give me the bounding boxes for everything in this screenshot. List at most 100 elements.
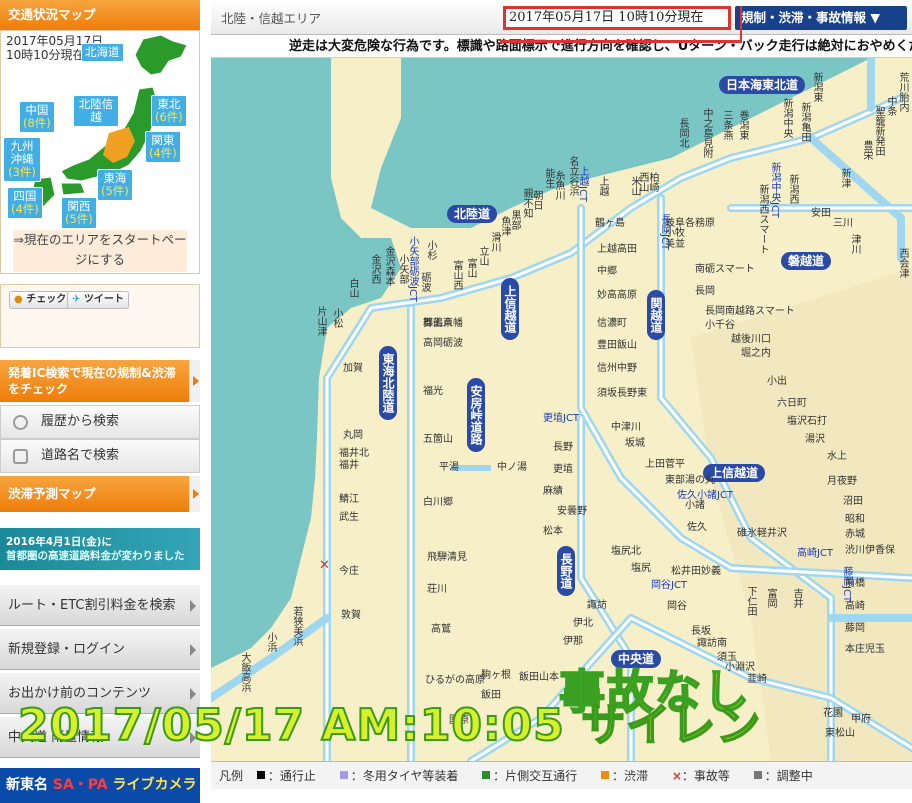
place-label[interactable]: 鶴ヶ島 [595,218,625,229]
place-label[interactable]: 甲府 [851,714,871,725]
info-dropdown-button[interactable]: 規制・渋滞・事故情報 ▼ [735,6,907,30]
place-label[interactable]: 朝日 [531,190,542,210]
place-label[interactable]: 諏訪南 [697,638,727,649]
place-label[interactable]: 新潟西 [787,174,798,204]
place-label[interactable]: 小松 [331,308,342,328]
place-label[interactable]: 月夜野 [827,476,857,487]
history-search-button[interactable]: 履歴から検索 [0,405,200,439]
road-tokai-hokuriku[interactable]: 東海北陸道 [379,346,397,420]
place-label[interactable]: 麻績 [543,486,563,497]
place-label[interactable]: 武生 [339,512,359,523]
place-label[interactable]: 金沢西 [369,254,380,284]
region-kanto[interactable]: 関東 (4件) [145,131,181,163]
place-label[interactable]: 富山西 [451,260,462,290]
place-label[interactable]: 上田菅平 [645,459,685,470]
place-label[interactable]: 佐久 [687,522,707,533]
place-label[interactable]: 西会津 [897,248,908,278]
place-label[interactable]: 安田 [811,208,831,219]
place-label[interactable]: 若狭美浜 [291,606,302,646]
place-label[interactable]: 赤城 [845,529,865,540]
place-label[interactable]: 長岡北 [677,118,688,148]
place-label[interactable]: 魚津 [499,216,510,236]
place-label[interactable]: 郡上八幡 [423,318,463,329]
place-label[interactable]: 東松山 [825,728,855,739]
road-abo-toge[interactable]: 安房峠道路 [467,378,485,452]
place-label[interactable]: 下仁田 [745,586,756,616]
ic-joetsu-jct[interactable]: 上越JCT [577,166,588,202]
place-label[interactable]: 新潟中央 [781,98,792,138]
region-kansai[interactable]: 関西 (5件) [61,197,97,229]
place-label[interactable]: 親不知 [521,188,532,218]
place-label[interactable]: 越後川口 [731,334,771,345]
road-nihonkai-tohoku[interactable]: 日本海東北道 [719,76,806,94]
menu-route-etc[interactable]: ルート・ETC割引料金を検索 [0,584,200,626]
place-label[interactable]: 新潟東 [811,72,822,102]
place-label[interactable]: 小諸 [685,500,705,511]
tweet-button[interactable]: ✈ ツイート [67,291,129,309]
road-hokuriku[interactable]: 北陸道 [447,205,498,223]
place-label[interactable]: 福井北 [339,448,369,459]
place-label[interactable]: 砺波 [419,272,430,292]
region-shikoku[interactable]: 四国 (4件) [7,187,43,219]
road-banetsu[interactable]: 磐越道 [781,252,832,270]
region-hokuriku-shinetsu[interactable]: 北陸信越 [73,95,119,127]
place-label[interactable]: 妙高高原 [597,290,637,301]
place-label[interactable]: 高岡砺波 [423,338,463,349]
place-label[interactable]: 新潟西スマート [757,184,768,254]
road-search-button[interactable]: 道路名で検索 [0,439,200,473]
region-chugoku[interactable]: 中国 (8件) [19,101,55,133]
place-label[interactable]: 碓氷軽井沢 [737,528,787,539]
place-label[interactable]: 昭和 [845,514,865,525]
place-label[interactable]: 伊那 [563,636,583,647]
place-label[interactable]: 高崎 [845,601,865,612]
place-label[interactable]: 伊北 [573,618,593,629]
region-hokkaido[interactable]: 北海道 [81,43,124,62]
place-label[interactable]: 中郷 [597,266,617,277]
place-label[interactable]: 津川 [849,234,860,254]
menu-register-login[interactable]: 新規登録・ログイン [0,628,200,670]
place-label[interactable]: ひるがの高原 [425,675,485,686]
place-label[interactable]: 塩沢石打 [787,416,827,427]
place-label[interactable]: 豊田飯山 [597,340,637,351]
place-label[interactable]: 小出 [767,376,787,387]
place-label[interactable]: 滑川 [489,232,500,252]
region-tokai[interactable]: 東海 (5件) [97,169,133,201]
place-label[interactable]: 加賀 [343,363,363,374]
place-label[interactable]: 南砺スマート [695,264,755,275]
place-label[interactable]: 飛騨清見 [427,552,467,563]
place-label[interactable]: 安曇野 [557,506,587,517]
ic-koyabe-tonami-jct[interactable]: 小矢部砺波JCT [407,236,418,302]
place-label[interactable]: 荒川胎内 [897,72,908,112]
place-label[interactable]: 片山津 [315,306,326,336]
place-label[interactable]: 小浜 [265,632,276,652]
region-kyushu-okinawa[interactable]: 九州沖縄 (3件) [3,137,41,182]
place-label[interactable]: 大飯高浜 [239,652,250,692]
place-label[interactable]: 丸岡 [343,430,363,441]
place-label[interactable]: 名立谷浜 [567,156,578,196]
place-label[interactable]: 富山 [465,258,476,278]
place-label[interactable]: 上越 [597,176,608,196]
place-label[interactable]: 諏訪 [587,600,607,611]
place-label[interactable]: 小杉 [425,240,436,260]
place-label[interactable]: 駒ヶ根 [481,670,511,681]
place-label[interactable]: 中ノ湯 [497,462,527,473]
place-label[interactable]: 長坂 [691,626,711,637]
place-label[interactable]: 沼田 [843,496,863,507]
place-label[interactable]: 岡谷 [667,601,687,612]
live-camera-banner[interactable]: 新東名 SA・PA ライブカメラ [0,768,200,803]
place-label[interactable]: 更埴 [553,464,573,475]
place-label[interactable]: 湯沢 [805,434,825,445]
place-label[interactable]: 長岡南越路スマート [705,306,795,317]
place-label[interactable]: 花園 [823,708,843,719]
place-label[interactable]: 五箇山 [423,434,453,445]
place-label[interactable]: 糸魚川 [553,170,564,200]
place-label[interactable]: 塩尻北 [611,546,641,557]
place-label[interactable]: 米山 [629,176,640,196]
accident-marker-icon[interactable]: ✕ [319,558,330,573]
place-label[interactable]: 白山 [347,278,358,298]
ic-search-header[interactable]: 発着IC検索で現在の規制&渋滞をチェック [0,360,200,402]
road-kanetsu[interactable]: 関越道 [647,290,665,340]
region-tohoku[interactable]: 東北 (6件) [151,95,187,127]
place-label[interactable]: 美並 [665,239,685,250]
place-label[interactable]: 金沢森本 [383,246,394,286]
